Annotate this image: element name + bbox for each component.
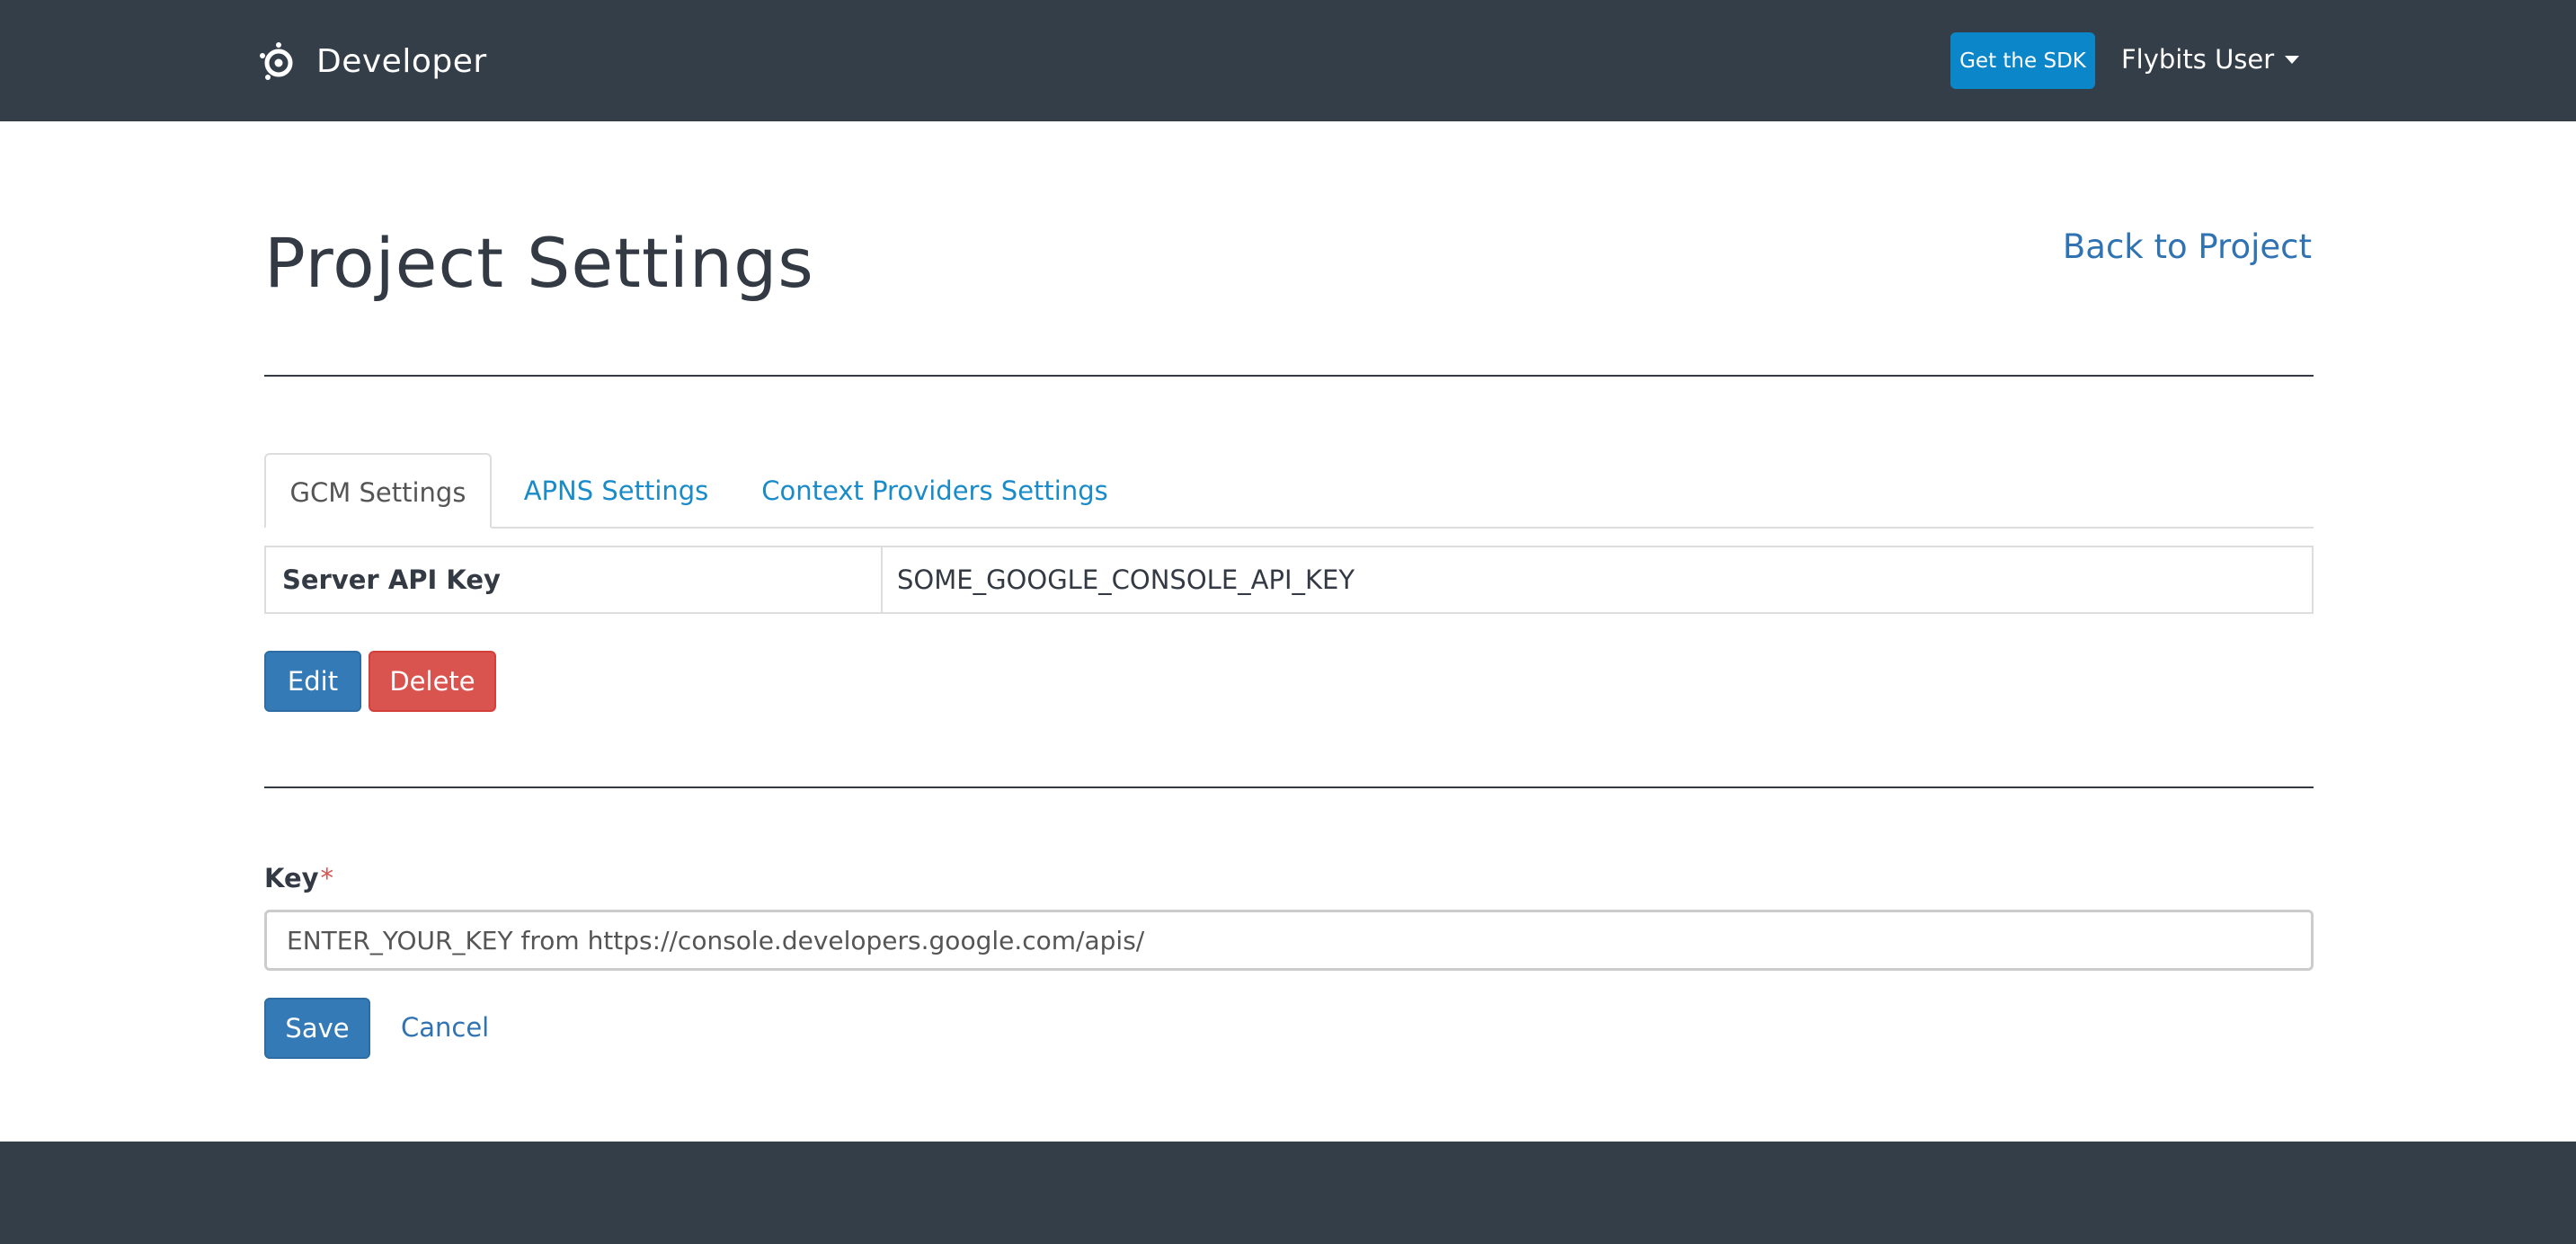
- cancel-link[interactable]: Cancel: [401, 1012, 489, 1043]
- page-footer: [0, 1142, 2576, 1244]
- save-button[interactable]: Save: [264, 998, 370, 1059]
- top-navbar: Developer Get the SDK Flybits User: [0, 0, 2576, 121]
- get-sdk-button[interactable]: Get the SDK: [1950, 32, 2095, 89]
- settings-value-cell: SOME_GOOGLE_CONSOLE_API_KEY: [897, 564, 1355, 595]
- user-menu[interactable]: Flybits User: [2121, 40, 2300, 79]
- divider: [264, 375, 2314, 377]
- delete-button[interactable]: Delete: [369, 651, 496, 712]
- edit-button[interactable]: Edit: [264, 651, 361, 712]
- settings-key-cell: Server API Key: [266, 547, 883, 612]
- tab-apns-settings[interactable]: APNS Settings: [506, 453, 726, 529]
- back-to-project-link[interactable]: Back to Project: [2063, 225, 2312, 270]
- tab-gcm-settings[interactable]: GCM Settings: [264, 453, 492, 529]
- user-menu-label: Flybits User: [2121, 44, 2275, 75]
- divider: [264, 786, 2314, 788]
- page-title: Project Settings: [264, 223, 814, 303]
- settings-table: Server API Key SOME_GOOGLE_CONSOLE_API_K…: [264, 546, 2314, 614]
- brand[interactable]: Developer: [255, 38, 487, 84]
- caret-down-icon: [2285, 55, 2300, 64]
- flybits-logo-icon: [260, 42, 293, 80]
- key-input[interactable]: [264, 910, 2314, 971]
- required-mark: *: [320, 863, 334, 893]
- key-label-text: Key: [264, 863, 319, 893]
- brand-name: Developer: [316, 42, 487, 80]
- tab-context-providers-settings[interactable]: Context Providers Settings: [751, 453, 1118, 529]
- key-field-label: Key*: [264, 863, 333, 893]
